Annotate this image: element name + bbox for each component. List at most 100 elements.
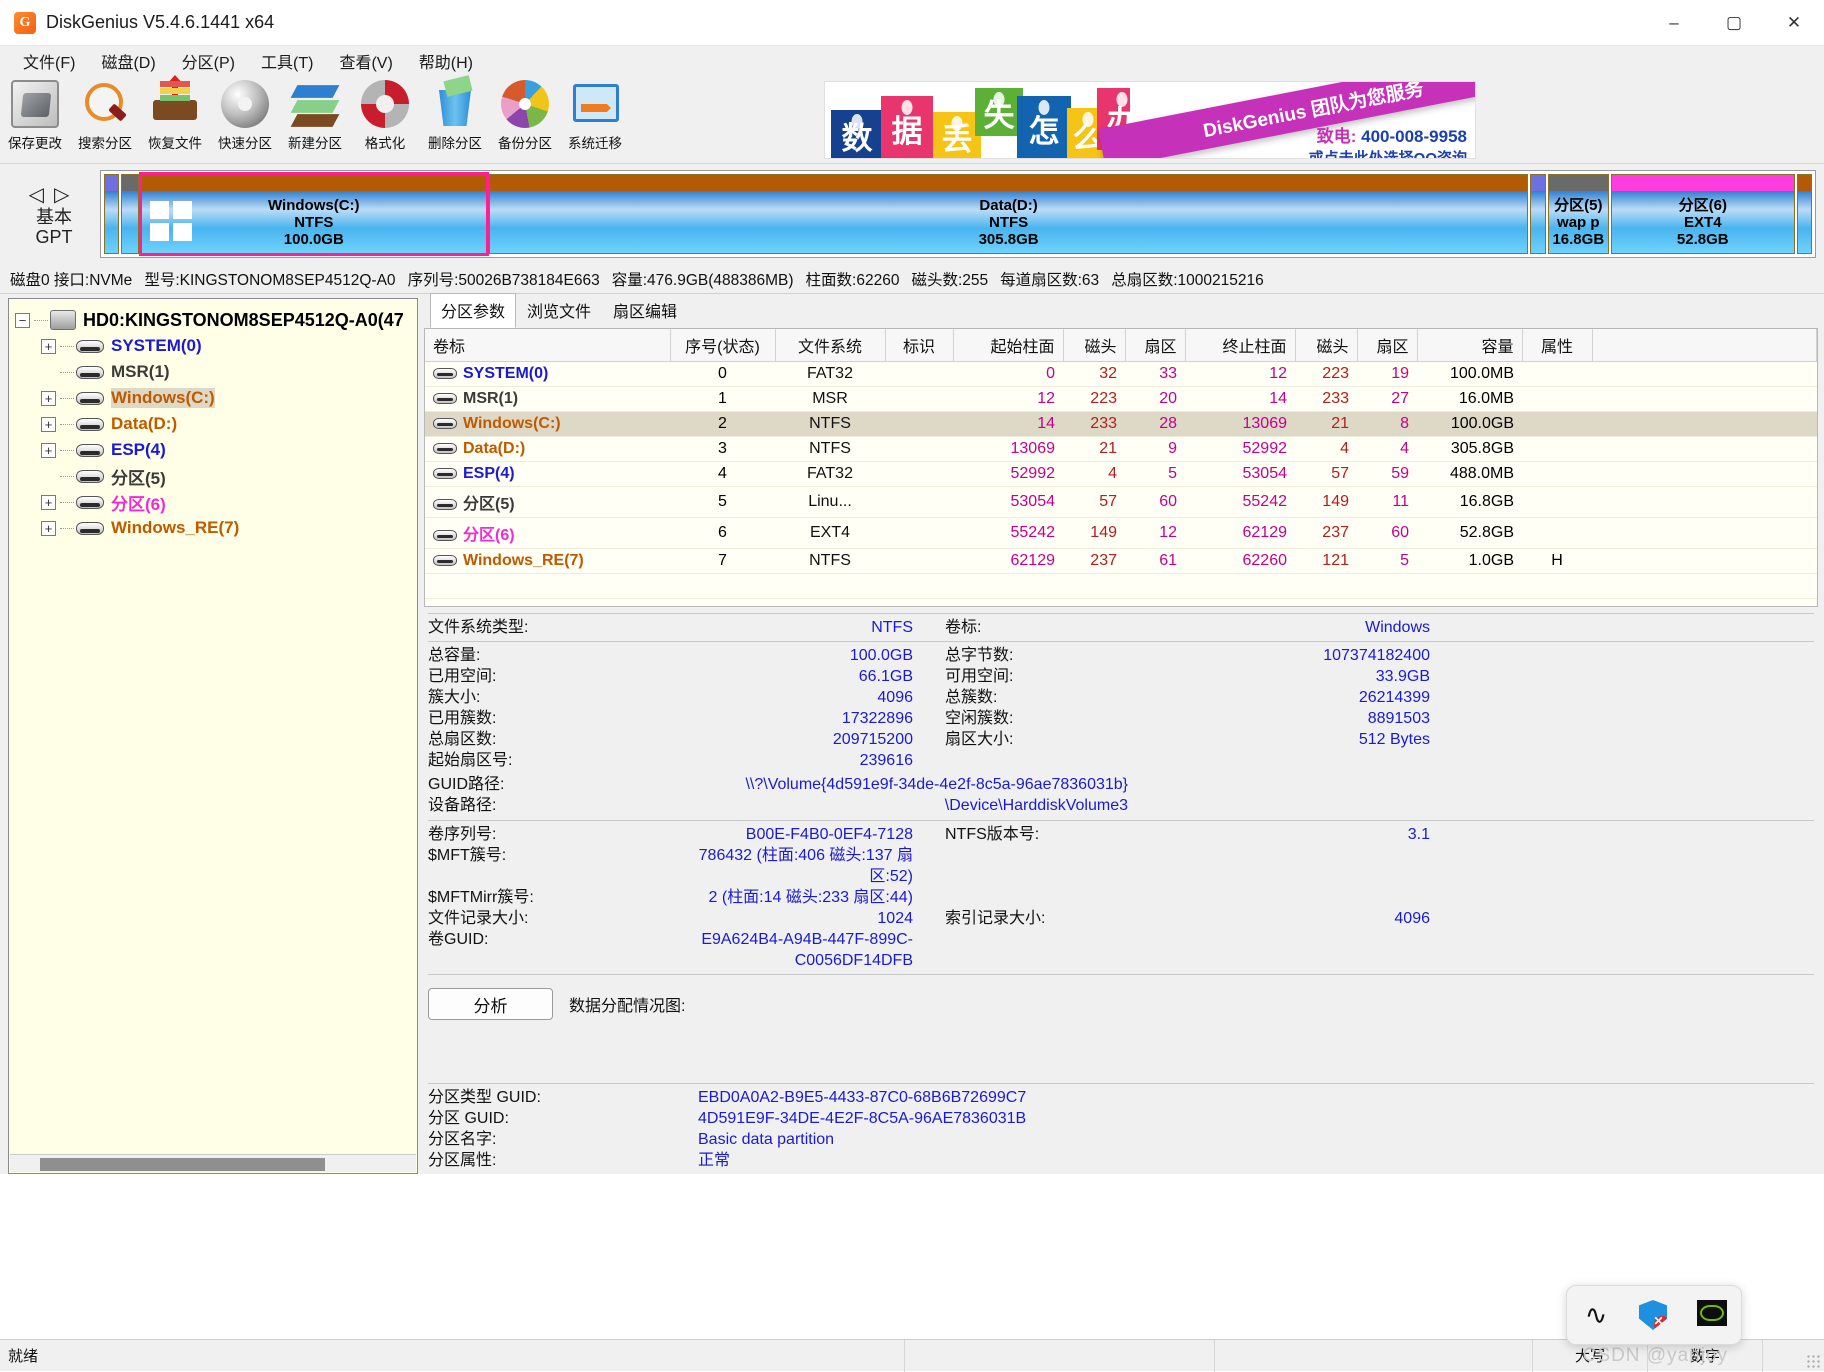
partition-block-body: [1797, 191, 1811, 253]
tree-item-5[interactable]: 分区(5): [15, 463, 411, 489]
partition-block-1[interactable]: [121, 174, 139, 254]
analyze-button[interactable]: 分析: [428, 988, 553, 1020]
ntfs-detail-label-left: 文件记录大小:: [428, 910, 529, 927]
menu-partition[interactable]: 分区(P): [169, 45, 248, 77]
quick-partition-button[interactable]: 快速分区: [210, 76, 280, 162]
disk-tree[interactable]: − HD0:KINGSTONOM8SEP4512Q-A0(47 + SYSTEM(…: [8, 298, 418, 1174]
tree-item-expander[interactable]: +: [41, 338, 56, 354]
promo-banner-contact[interactable]: DiskGenius 团队为您服务 致电: 400-008-9958 或点击此处…: [1098, 82, 1475, 158]
tree-root-item[interactable]: − HD0:KINGSTONOM8SEP4512Q-A0(47: [15, 307, 411, 333]
table-row[interactable]: ESP(4) 4 FAT32 52992 4 5 53054 57 59 488.0MB: [425, 461, 1817, 487]
tree-item-0[interactable]: + SYSTEM(0): [15, 333, 411, 359]
menu-disk[interactable]: 磁盘(D): [88, 45, 168, 77]
tree-root-expander[interactable]: −: [15, 312, 30, 328]
search-partition-button[interactable]: 搜索分区: [70, 76, 140, 162]
cell-filesystem: FAT32: [775, 461, 885, 487]
minimize-button[interactable]: –: [1644, 0, 1704, 46]
cell-flag: [885, 517, 953, 549]
tab-partition-params[interactable]: 分区参数: [430, 293, 517, 328]
n-glyph-icon[interactable]: ∿: [1581, 1300, 1611, 1330]
next-disk-arrow[interactable]: ▷: [54, 184, 79, 206]
partition-block-0[interactable]: [104, 174, 120, 254]
promo-banner[interactable]: 数 据 丢 失 怎 么 办 DiskGenius 团队为您服务 致电: 400-…: [824, 81, 1476, 159]
col-start-cyl[interactable]: 起始柱面: [953, 329, 1064, 362]
tab-browse-files[interactable]: 浏览文件: [516, 293, 602, 328]
recover-file-button[interactable]: 恢复文件: [140, 75, 210, 162]
promo-qq-link[interactable]: 或点击此处选择QQ咨询: [1309, 147, 1467, 158]
disk-info-6: 每道扇区数:63: [1000, 271, 1100, 289]
tree-item-4[interactable]: + ESP(4): [15, 437, 411, 463]
tree-item-6[interactable]: + 分区(6): [15, 489, 411, 515]
table-row[interactable]: 分区(6) 6 EXT4 55242 149 12 62129 237 60 52.8GB: [425, 517, 1817, 549]
col-start-sector[interactable]: 扇区: [1125, 329, 1186, 362]
tree-horizontal-scrollbar[interactable]: [10, 1154, 416, 1172]
col-index[interactable]: 序号(状态): [670, 329, 776, 362]
partition-bar[interactable]: Windows(C:) NTFS 100.0GB Data(D:) NTFS 305.8G…: [100, 170, 1816, 258]
col-flag[interactable]: 标识: [885, 329, 954, 362]
new-partition-button[interactable]: 新建分区: [280, 76, 350, 162]
cell-empty: [953, 598, 1063, 606]
col-capacity[interactable]: 容量: [1417, 329, 1523, 362]
table-row[interactable]: Windows(C:) 2 NTFS 14 233 28 13069 21 8 100.0GB: [425, 411, 1817, 437]
resize-grip[interactable]: [1806, 1354, 1820, 1368]
table-row[interactable]: SYSTEM(0) 0 FAT32 0 32 33 12 223 19 100.0MB: [425, 361, 1817, 387]
col-attribute[interactable]: 属性: [1522, 329, 1593, 362]
menu-view[interactable]: 查看(V): [326, 45, 405, 77]
menu-tools[interactable]: 工具(T): [248, 45, 326, 77]
partition-block-3[interactable]: Data(D:) NTFS 305.8GB: [488, 174, 1529, 254]
menu-help[interactable]: 帮助(H): [406, 45, 486, 77]
system-migration-button[interactable]: 系统迁移: [560, 76, 630, 162]
cell-empty: [670, 573, 775, 599]
partition-block-7[interactable]: [1796, 174, 1812, 254]
tree-item-7[interactable]: + Windows_RE(7): [15, 515, 411, 541]
details-analyze-section: 分析 数据分配情况图:: [428, 974, 1814, 1083]
tree-item-expander[interactable]: +: [41, 520, 56, 536]
save-changes-button[interactable]: 保存更改: [0, 76, 70, 162]
disk-nav[interactable]: ◁▷ 基本 GPT: [8, 182, 100, 247]
prev-disk-arrow[interactable]: ◁: [29, 184, 54, 206]
partition-table-container[interactable]: 卷标 序号(状态) 文件系统 标识 起始柱面 磁头 扇区 终止柱面 磁头 扇区 …: [424, 328, 1818, 607]
col-filesystem[interactable]: 文件系统: [775, 329, 886, 362]
save-changes-label: 保存更改: [8, 136, 62, 151]
cell-filesystem: Linu...: [775, 486, 885, 518]
table-row[interactable]: 分区(5) 5 Linu... 53054 57 60 55242 149 11 16.8GB: [425, 486, 1817, 518]
table-row[interactable]: MSR(1) 1 MSR 12 223 20 14 233 27 16.0MB: [425, 386, 1817, 412]
partition-block-5[interactable]: 分区(5) wap p 16.8GB: [1547, 174, 1609, 254]
format-button[interactable]: 格式化: [350, 76, 420, 162]
col-volume[interactable]: 卷标: [425, 329, 671, 362]
tree-item-3[interactable]: + Data(D:): [15, 411, 411, 437]
disk-nav-arrows[interactable]: ◁▷: [8, 182, 100, 207]
close-button[interactable]: ✕: [1764, 0, 1824, 46]
alloc-map-area[interactable]: [428, 1028, 1814, 1080]
defender-shield-error-icon[interactable]: ✕: [1639, 1300, 1669, 1330]
col-start-head[interactable]: 磁头: [1063, 329, 1126, 362]
backup-partition-button[interactable]: 备份分区: [490, 76, 560, 162]
maximize-button[interactable]: ▢: [1704, 0, 1764, 46]
col-end-cyl[interactable]: 终止柱面: [1185, 329, 1296, 362]
nvidia-icon[interactable]: [1697, 1300, 1727, 1330]
delete-partition-button[interactable]: 删除分区: [420, 76, 490, 162]
tree-item-expander[interactable]: +: [41, 390, 56, 406]
system-tray-popup[interactable]: ∿ ✕: [1566, 1285, 1742, 1345]
tree-item-2[interactable]: + Windows(C:): [15, 385, 411, 411]
cell-empty: [1592, 573, 1817, 599]
partition-table-head: 卷标 序号(状态) 文件系统 标识 起始柱面 磁头 扇区 终止柱面 磁头 扇区 …: [425, 329, 1817, 362]
tree-item-1[interactable]: MSR(1): [15, 359, 411, 385]
guid-path-label: GUID路径:: [428, 776, 505, 793]
analyze-row: 分析 数据分配情况图:: [428, 978, 1814, 1028]
cell-volume-label: 分区(6): [463, 527, 515, 544]
table-row[interactable]: Data(D:) 3 NTFS 13069 21 9 52992 4 4 305.8GB: [425, 436, 1817, 462]
table-row[interactable]: Windows_RE(7) 7 NTFS 62129 237 61 62260 121 5 1.0…: [425, 548, 1817, 574]
tree-item-expander[interactable]: +: [41, 494, 56, 510]
cell-start-head: 237: [1063, 548, 1125, 574]
partition-block-6[interactable]: 分区(6) EXT4 52.8GB: [1610, 174, 1795, 254]
partition-block-2[interactable]: Windows(C:) NTFS 100.0GB: [138, 172, 489, 256]
tab-sector-editor[interactable]: 扇区编辑: [602, 293, 688, 328]
tree-item-expander[interactable]: +: [41, 416, 56, 432]
tree-scroll-thumb[interactable]: [40, 1158, 325, 1171]
col-end-sector[interactable]: 扇区: [1357, 329, 1418, 362]
menu-file[interactable]: 文件(F): [10, 45, 88, 77]
tree-item-expander[interactable]: +: [41, 442, 56, 458]
col-end-head[interactable]: 磁头: [1295, 329, 1358, 362]
partition-block-4[interactable]: [1530, 174, 1546, 254]
